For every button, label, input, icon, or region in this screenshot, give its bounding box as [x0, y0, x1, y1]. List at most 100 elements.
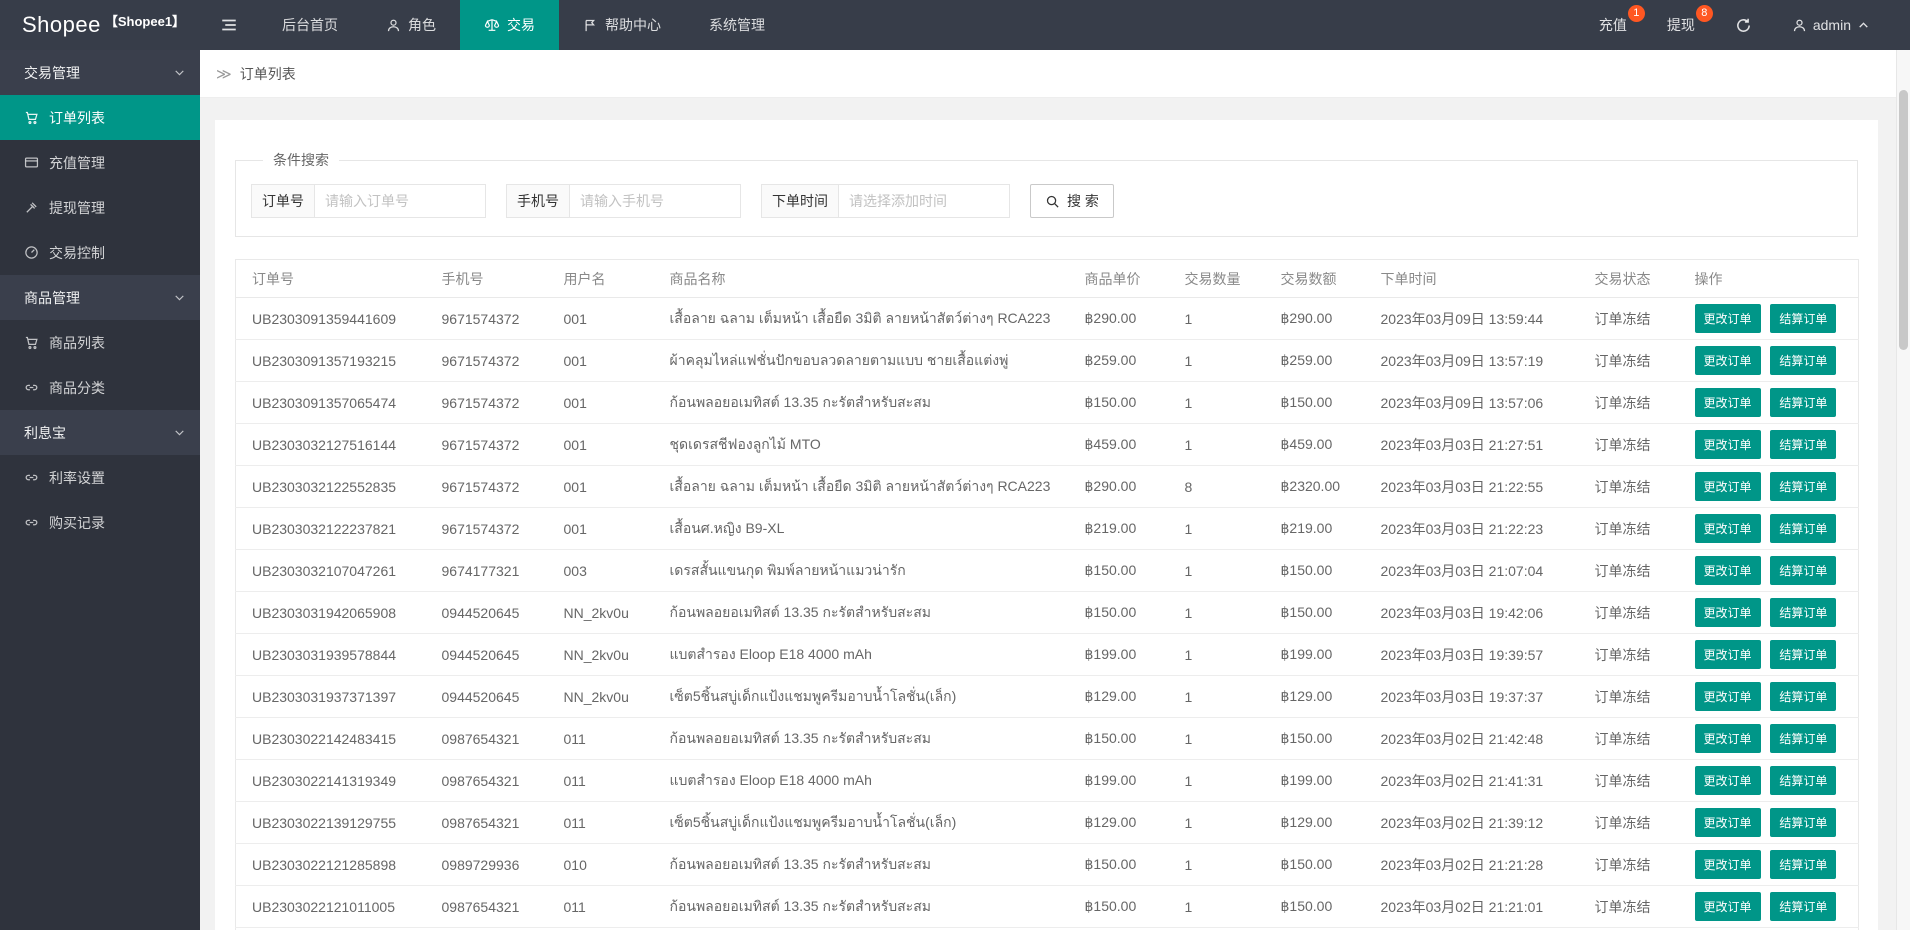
- table-row: UB2303031942065908 0944520645 NN_2kv0u ก…: [235, 591, 1859, 634]
- cell-qty: 1: [1168, 549, 1265, 592]
- refresh-button[interactable]: [1715, 0, 1772, 50]
- collapse-sidebar-button[interactable]: [200, 0, 258, 50]
- sidebar-item-trade-control[interactable]: 交易控制: [0, 230, 200, 275]
- cell-phone: 9671574372: [425, 465, 548, 508]
- settle-order-button[interactable]: 结算订单: [1770, 850, 1837, 879]
- sidebar-item-order-list[interactable]: 订单列表: [0, 95, 200, 140]
- modify-order-button[interactable]: 更改订单: [1694, 682, 1761, 711]
- sidebar-item-purchase-records[interactable]: 购买记录: [0, 500, 200, 545]
- settle-order-button[interactable]: 结算订单: [1770, 556, 1837, 585]
- settle-order-button[interactable]: 结算订单: [1770, 388, 1837, 417]
- sidebar-group-trade-management[interactable]: 交易管理: [0, 50, 200, 95]
- modify-order-button[interactable]: 更改订单: [1694, 430, 1761, 459]
- cell-unit-price: ฿290.00: [1068, 297, 1169, 340]
- cell-qty: 1: [1168, 675, 1265, 718]
- cell-actions: 更改订单 结算订单: [1678, 591, 1859, 634]
- order-time-input[interactable]: [838, 184, 1010, 218]
- cell-product-name: ชุดเดรสชีฟองลูกไม้ MTO: [653, 423, 1069, 466]
- settle-order-button[interactable]: 结算订单: [1770, 346, 1837, 375]
- settle-order-button[interactable]: 结算订单: [1770, 766, 1837, 795]
- modify-order-button[interactable]: 更改订单: [1694, 892, 1761, 921]
- table-row: UB2303022142483415 0987654321 011 ก้อนพล…: [235, 717, 1859, 760]
- sidebar-item-withdraw-management[interactable]: 提现管理: [0, 185, 200, 230]
- modify-order-button[interactable]: 更改订单: [1694, 598, 1761, 627]
- nav-item-system[interactable]: 系统管理: [685, 0, 789, 50]
- cell-order-time: 2023年03月09日 13:59:44: [1364, 297, 1579, 340]
- orders-table-head: 订单号 手机号 用户名 商品名称 商品单价 交易数量 交易数额 下单时间 交易状…: [235, 259, 1859, 298]
- cell-amount: ฿150.00: [1264, 843, 1365, 886]
- modify-order-button[interactable]: 更改订单: [1694, 640, 1761, 669]
- cell-order-no: UB2303032122552835: [235, 465, 426, 508]
- cell-phone: 9674177321: [425, 549, 548, 592]
- cell-order-no: UB2303022121011005: [235, 885, 426, 928]
- top-header: Shopee 【Shopee1】 后台首页 角色 交易 帮助中心 系统管理 充值…: [0, 0, 1910, 50]
- cell-product-name: เสื้อลาย ฉลาม เต็มหน้า เสื้อยืด 3มิติ ลา…: [653, 297, 1069, 340]
- modify-order-button[interactable]: 更改订单: [1694, 346, 1761, 375]
- cell-qty: 1: [1168, 885, 1265, 928]
- main-content: 条件搜索 订单号 手机号 下单时间 搜 索: [200, 98, 1910, 930]
- modify-order-button[interactable]: 更改订单: [1694, 808, 1761, 837]
- settle-order-button[interactable]: 结算订单: [1770, 808, 1837, 837]
- brand-name: Shopee: [22, 12, 101, 37]
- sidebar-item-interest-rate-settings[interactable]: 利率设置: [0, 455, 200, 500]
- settle-order-button[interactable]: 结算订单: [1770, 598, 1837, 627]
- modify-order-button[interactable]: 更改订单: [1694, 514, 1761, 543]
- sidebar-item-recharge-management[interactable]: 充值管理: [0, 140, 200, 185]
- settle-order-button[interactable]: 结算订单: [1770, 430, 1837, 459]
- recharge-label: 充值: [1598, 17, 1627, 33]
- withdraw-button[interactable]: 提现 8: [1647, 0, 1715, 50]
- col-status: 交易状态: [1578, 259, 1679, 298]
- modify-order-button[interactable]: 更改订单: [1694, 850, 1761, 879]
- scrollbar-thumb[interactable]: [1899, 90, 1908, 350]
- settle-order-button[interactable]: 结算订单: [1770, 514, 1837, 543]
- cell-order-time: 2023年03月03日 19:37:37: [1364, 675, 1579, 718]
- cell-amount: ฿150.00: [1264, 381, 1365, 424]
- modify-order-button[interactable]: 更改订单: [1694, 388, 1761, 417]
- settle-order-button[interactable]: 结算订单: [1770, 640, 1837, 669]
- nav-item-trade[interactable]: 交易: [460, 0, 559, 50]
- modify-order-button[interactable]: 更改订单: [1694, 766, 1761, 795]
- order-no-input[interactable]: [314, 184, 486, 218]
- cell-status: 订单冻结: [1578, 507, 1679, 550]
- modify-order-button[interactable]: 更改订单: [1694, 724, 1761, 753]
- phone-input[interactable]: [569, 184, 741, 218]
- table-row: UB2303031937371397 0944520645 NN_2kv0u เ…: [235, 675, 1859, 718]
- nav-item-label: 角色: [408, 17, 436, 33]
- cell-order-no: UB2303031937371397: [235, 675, 426, 718]
- card-icon: [24, 155, 39, 170]
- settle-order-button[interactable]: 结算订单: [1770, 892, 1837, 921]
- modify-order-button[interactable]: 更改订单: [1694, 304, 1761, 333]
- cell-status: 订单冻结: [1578, 801, 1679, 844]
- cell-product-name: เสื้อลาย ฉลาม เต็มหน้า เสื้อยืด 3มิติ ลา…: [653, 465, 1069, 508]
- cell-qty: 1: [1168, 843, 1265, 886]
- cart-icon: [24, 335, 39, 350]
- nav-item-help-center[interactable]: 帮助中心: [559, 0, 685, 50]
- nav-item-roles[interactable]: 角色: [362, 0, 460, 50]
- cell-phone: 0987654321: [425, 885, 548, 928]
- admin-menu[interactable]: admin: [1772, 0, 1890, 50]
- cell-order-no: UB2303091359441609: [235, 297, 426, 340]
- recharge-button[interactable]: 充值 1: [1579, 0, 1647, 50]
- nav-item-dashboard[interactable]: 后台首页: [258, 0, 362, 50]
- cell-amount: ฿2320.00: [1264, 465, 1365, 508]
- cell-status: 订单冻结: [1578, 381, 1679, 424]
- sidebar-item-product-list[interactable]: 商品列表: [0, 320, 200, 365]
- cell-order-time: 2023年03月03日 21:22:23: [1364, 507, 1579, 550]
- gauge-icon: [24, 245, 39, 260]
- sidebar-group-product-management[interactable]: 商品管理: [0, 275, 200, 320]
- cell-qty: 1: [1168, 339, 1265, 382]
- settle-order-button[interactable]: 结算订单: [1770, 472, 1837, 501]
- settle-order-button[interactable]: 结算订单: [1770, 682, 1837, 711]
- order-no-field-group: 订单号: [251, 184, 486, 218]
- orders-table-body: UB2303091359441609 9671574372 001 เสื้อล…: [235, 297, 1859, 930]
- settle-order-button[interactable]: 结算订单: [1770, 304, 1837, 333]
- sidebar-item-product-category[interactable]: 商品分类: [0, 365, 200, 410]
- chevron-down-icon: [173, 426, 186, 439]
- settle-order-button[interactable]: 结算订单: [1770, 724, 1837, 753]
- modify-order-button[interactable]: 更改订单: [1694, 556, 1761, 585]
- modify-order-button[interactable]: 更改订单: [1694, 472, 1761, 501]
- vertical-scrollbar[interactable]: [1896, 50, 1910, 930]
- search-button[interactable]: 搜 索: [1030, 184, 1114, 218]
- sidebar-group-interest-treasure[interactable]: 利息宝: [0, 410, 200, 455]
- orders-table-wrap: 订单号 手机号 用户名 商品名称 商品单价 交易数量 交易数额 下单时间 交易状…: [235, 259, 1859, 930]
